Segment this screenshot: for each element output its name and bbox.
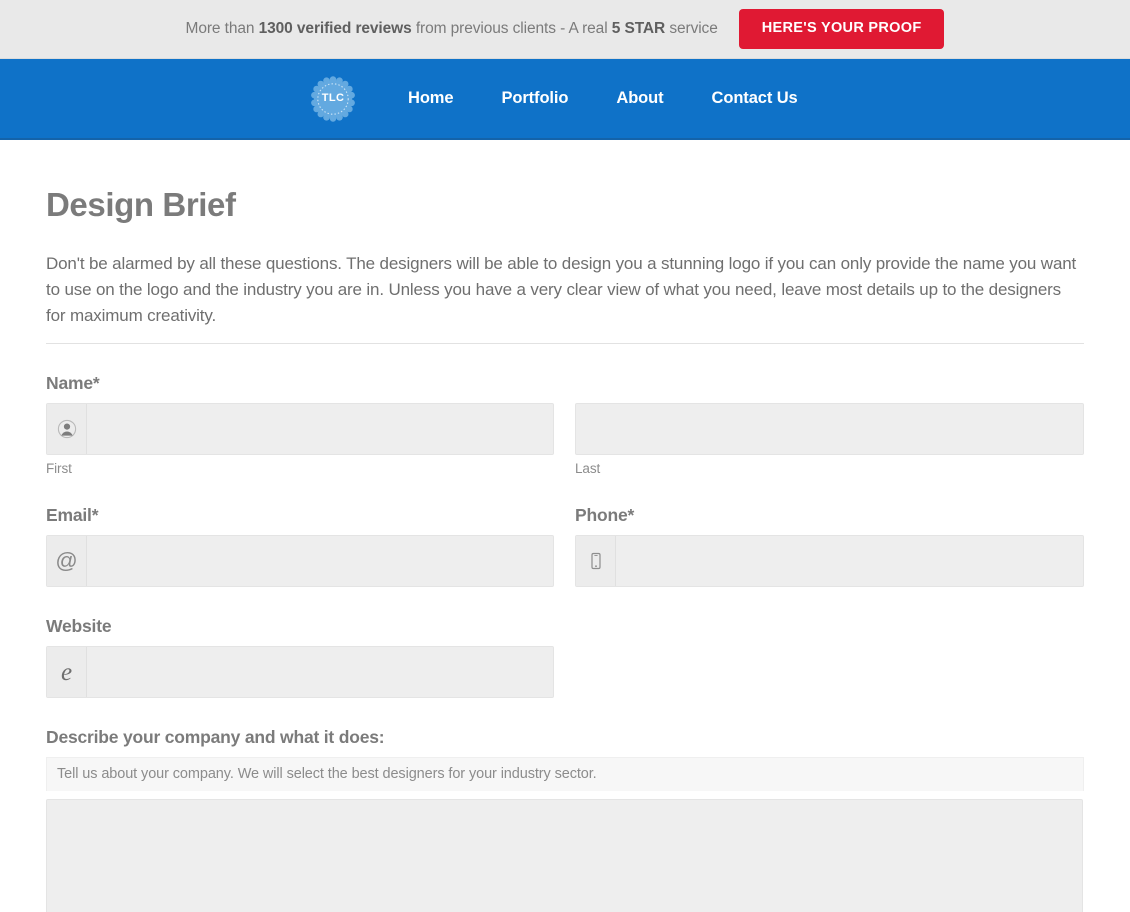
- browser-e-icon: e: [47, 647, 87, 697]
- promo-text: More than 1300 verified reviews from pre…: [186, 20, 718, 38]
- nav-links: Home Portfolio About Contact Us: [408, 89, 822, 108]
- website-row: e: [46, 646, 1084, 698]
- phone-input-wrap[interactable]: [575, 535, 1084, 587]
- website-input[interactable]: [87, 647, 553, 697]
- phone-input[interactable]: [616, 536, 1083, 586]
- page-content: Design Brief Don't be alarmed by all the…: [0, 186, 1130, 912]
- email-phone-group: Email* @ Phone*: [46, 505, 1084, 587]
- name-field-group: Name* First Last: [46, 373, 1084, 476]
- nav-item-about[interactable]: About: [592, 89, 687, 108]
- website-label: Website: [46, 616, 112, 636]
- last-name-input-wrap[interactable]: [575, 403, 1084, 455]
- promo-banner: More than 1300 verified reviews from pre…: [0, 0, 1130, 59]
- page-intro-text: Don't be alarmed by all these questions.…: [46, 254, 1077, 325]
- last-name-column: Last: [575, 403, 1084, 476]
- company-textarea-holder: [46, 799, 1083, 912]
- promo-bold-stars: 5 STAR: [611, 20, 666, 37]
- company-description-group: Describe your company and what it does: …: [46, 727, 1084, 912]
- company-description-label: Describe your company and what it does:: [46, 727, 385, 747]
- email-input-wrap[interactable]: @: [46, 535, 554, 587]
- logo-text: TLC: [321, 92, 345, 104]
- name-row: First Last: [46, 403, 1084, 476]
- first-name-input[interactable]: [87, 404, 553, 454]
- phone-column: Phone*: [575, 505, 1084, 587]
- phone-label: Phone*: [575, 505, 635, 525]
- promo-text-part3: service: [665, 20, 718, 37]
- email-column: Email* @: [46, 505, 554, 587]
- page-title: Design Brief: [46, 186, 236, 223]
- first-name-sub-label: First: [46, 461, 72, 476]
- main-navbar: TLC Home Portfolio About Contact Us: [0, 59, 1130, 140]
- company-description-hint: Tell us about your company. We will sele…: [46, 757, 1084, 791]
- nav-item-contact-us[interactable]: Contact Us: [688, 89, 822, 108]
- navbar-inner: TLC Home Portfolio About Contact Us: [310, 75, 822, 122]
- promo-text-part2: from previous clients - A real: [411, 20, 612, 37]
- email-input[interactable]: [87, 536, 553, 586]
- email-phone-row: Email* @ Phone*: [46, 505, 1084, 587]
- promo-text-part1: More than: [185, 20, 259, 37]
- first-name-column: First: [46, 403, 554, 476]
- heres-your-proof-button[interactable]: HERE'S YOUR PROOF: [738, 9, 945, 49]
- website-input-wrap[interactable]: e: [46, 646, 554, 698]
- last-name-sub-label: Last: [575, 461, 601, 476]
- logo-badge[interactable]: TLC: [310, 75, 356, 122]
- website-field-group: Website e: [46, 616, 1084, 698]
- mobile-phone-icon: [576, 536, 616, 586]
- nav-item-home[interactable]: Home: [408, 89, 477, 108]
- website-column: e: [46, 646, 554, 698]
- email-label: Email*: [46, 505, 99, 525]
- promo-bold-reviews: 1300 verified reviews: [258, 20, 412, 37]
- design-brief-form: Name* First Last Email* @ Phone* Website…: [46, 373, 1084, 912]
- section-divider: [46, 343, 1084, 344]
- first-name-input-wrap[interactable]: [46, 403, 554, 455]
- name-label: Name*: [46, 373, 100, 393]
- last-name-input[interactable]: [576, 404, 1083, 454]
- user-icon: [47, 404, 87, 454]
- nav-item-portfolio[interactable]: Portfolio: [477, 89, 592, 108]
- company-description-textarea[interactable]: [46, 799, 1083, 912]
- at-sign-icon: @: [47, 536, 87, 586]
